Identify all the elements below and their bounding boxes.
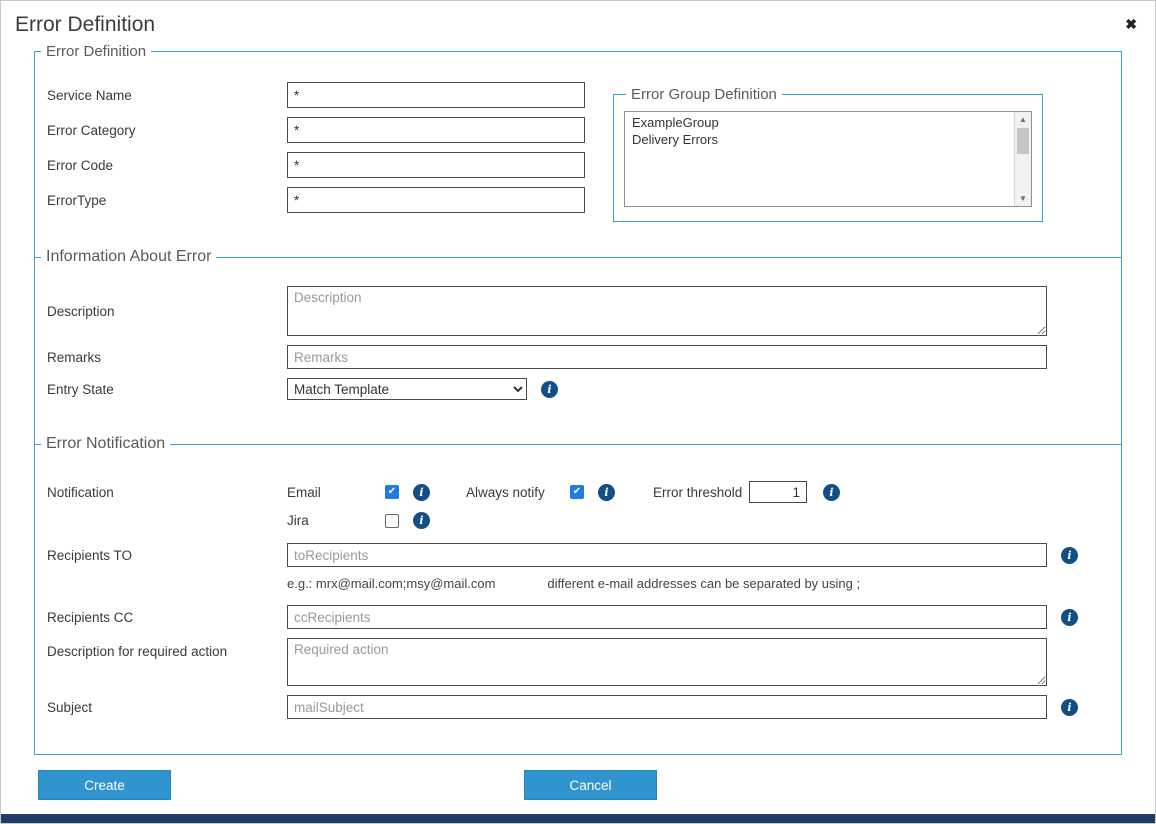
remarks-row: Remarks	[47, 345, 1121, 369]
cancel-button[interactable]: Cancel	[524, 770, 657, 800]
recipients-cc-input[interactable]	[287, 605, 1047, 629]
email-hint-example: e.g.: mrx@mail.com;msy@mail.com	[287, 576, 495, 591]
jira-label: Jira	[287, 513, 385, 528]
recipients-cc-label: Recipients CC	[47, 610, 287, 625]
error-category-row: Error Category	[47, 117, 613, 143]
error-type-input[interactable]	[287, 187, 585, 213]
email-checkbox[interactable]	[385, 485, 399, 499]
error-category-input[interactable]	[287, 117, 585, 143]
email-hint-row: e.g.: mrx@mail.com;msy@mail.com differen…	[287, 576, 1121, 591]
dialog-header: Error Definition ✖	[1, 1, 1155, 39]
entry-state-row: Entry State Match Template	[47, 378, 1121, 400]
error-type-label: ErrorType	[47, 193, 287, 208]
subject-input[interactable]	[287, 695, 1047, 719]
always-notify-info-icon[interactable]	[598, 484, 615, 501]
list-item[interactable]: Delivery Errors	[625, 131, 1014, 148]
error-group-options: ExampleGroup Delivery Errors	[625, 112, 1014, 206]
description-label: Description	[47, 304, 287, 319]
error-code-input[interactable]	[287, 152, 585, 178]
notification-label: Notification	[47, 485, 287, 500]
always-notify-label: Always notify	[466, 485, 570, 500]
error-definition-dialog: Error Definition ✖ Error Definition Serv…	[0, 0, 1156, 824]
subject-row: Subject	[47, 695, 1121, 719]
create-button[interactable]: Create	[38, 770, 171, 800]
service-name-input[interactable]	[287, 82, 585, 108]
error-group-listbox[interactable]: ExampleGroup Delivery Errors ▲ ▼	[624, 111, 1032, 207]
entry-state-select[interactable]: Match Template	[287, 378, 527, 400]
list-item[interactable]: ExampleGroup	[625, 114, 1014, 131]
scrollbar-thumb[interactable]	[1017, 128, 1029, 154]
jira-info-icon[interactable]	[413, 512, 430, 529]
close-icon[interactable]: ✖	[1125, 17, 1137, 31]
dialog-buttons: Create Cancel	[38, 770, 1155, 800]
error-category-label: Error Category	[47, 123, 287, 138]
recipients-cc-row: Recipients CC	[47, 605, 1121, 629]
error-definition-fieldset: Error Definition Service Name Error Cate…	[34, 43, 1122, 755]
description-row: Description	[47, 286, 1121, 336]
required-action-textarea[interactable]	[287, 638, 1047, 686]
page-title: Error Definition	[15, 13, 155, 36]
error-code-label: Error Code	[47, 158, 287, 173]
always-notify-checkbox[interactable]	[570, 485, 584, 499]
error-group-definition-legend: Error Group Definition	[626, 86, 782, 103]
error-type-row: ErrorType	[47, 187, 613, 213]
recipients-to-input[interactable]	[287, 543, 1047, 567]
error-notification-legend: Error Notification	[41, 435, 170, 453]
error-code-row: Error Code	[47, 152, 613, 178]
required-action-label: Description for required action	[47, 638, 287, 659]
scroll-up-icon[interactable]: ▲	[1015, 112, 1031, 127]
required-action-row: Description for required action	[47, 638, 1121, 686]
footer-bar	[1, 814, 1155, 823]
recipients-to-label: Recipients TO	[47, 548, 287, 563]
information-about-error-legend: Information About Error	[41, 248, 216, 266]
error-threshold-info-icon[interactable]	[823, 484, 840, 501]
listbox-scrollbar[interactable]: ▲ ▼	[1014, 112, 1031, 206]
jira-checkbox[interactable]	[385, 514, 399, 528]
subject-label: Subject	[47, 700, 287, 715]
error-threshold-input[interactable]	[749, 481, 807, 503]
email-info-icon[interactable]	[413, 484, 430, 501]
error-notification-fieldset: Error Notification Notification Email Al…	[35, 435, 1121, 728]
entry-state-label: Entry State	[47, 382, 287, 397]
description-textarea[interactable]	[287, 286, 1047, 336]
jira-row: Jira	[47, 512, 1121, 529]
information-about-error-fieldset: Information About Error Description Rema…	[35, 248, 1121, 409]
notification-row: Notification Email Always notify Error t…	[47, 481, 1121, 503]
recipients-cc-info-icon[interactable]	[1061, 609, 1078, 626]
entry-state-info-icon[interactable]	[541, 381, 558, 398]
email-hint-note: different e-mail addresses can be separa…	[547, 576, 860, 591]
basic-fields-column: Service Name Error Category Error Code E…	[35, 60, 613, 222]
remarks-input[interactable]	[287, 345, 1047, 369]
recipients-to-row: Recipients TO	[47, 543, 1121, 567]
basic-fields-section: Service Name Error Category Error Code E…	[35, 60, 1121, 222]
service-name-label: Service Name	[47, 88, 287, 103]
scroll-down-icon[interactable]: ▼	[1015, 191, 1031, 206]
error-definition-legend: Error Definition	[41, 43, 151, 60]
recipients-to-info-icon[interactable]	[1061, 547, 1078, 564]
remarks-label: Remarks	[47, 350, 287, 365]
error-group-definition-fieldset: Error Group Definition ExampleGroup Deli…	[613, 86, 1043, 222]
subject-info-icon[interactable]	[1061, 699, 1078, 716]
error-threshold-label: Error threshold	[653, 485, 749, 500]
email-label: Email	[287, 485, 385, 500]
service-name-row: Service Name	[47, 82, 613, 108]
